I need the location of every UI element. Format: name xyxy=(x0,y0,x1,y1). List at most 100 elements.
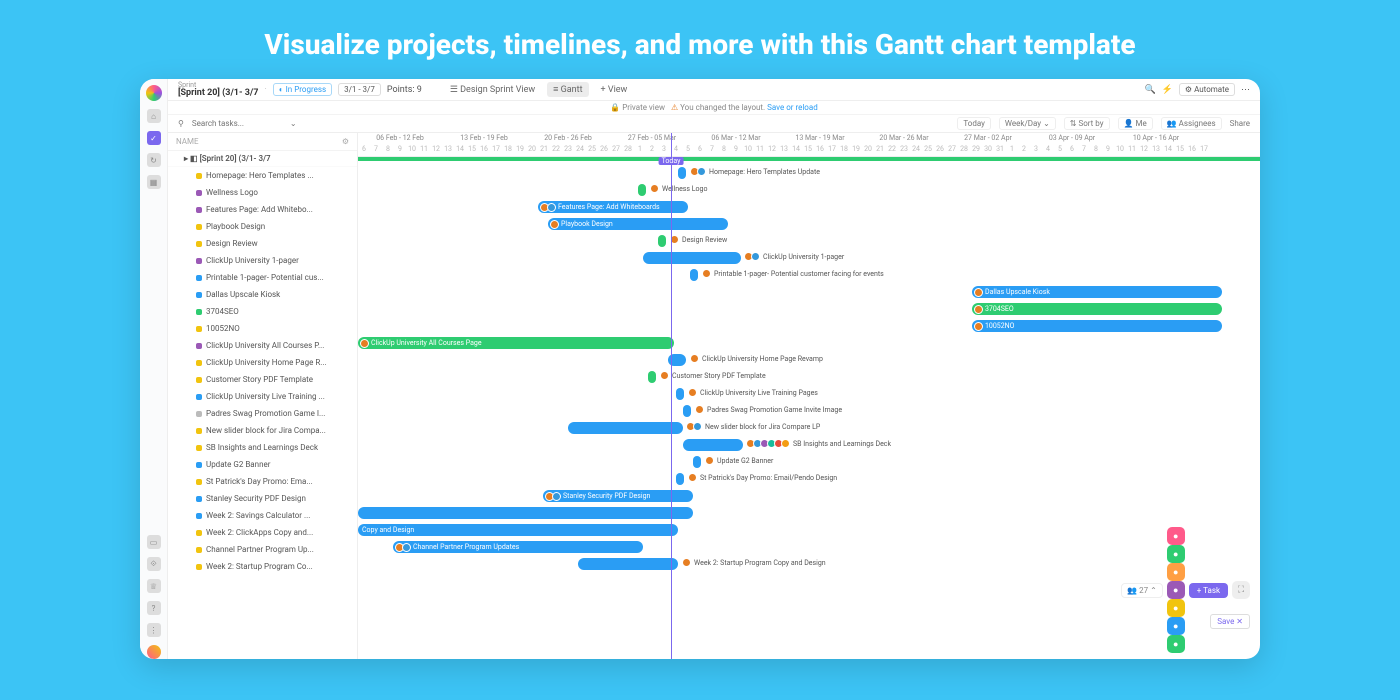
daterange-pill[interactable]: 3/1 - 3/7 xyxy=(338,83,381,96)
gantt-bar[interactable] xyxy=(358,507,693,519)
notice-bar: 🔒 Private view ⚠ You changed the layout.… xyxy=(168,101,1260,115)
avatar-icon[interactable] xyxy=(147,645,161,659)
task-row[interactable]: Week 2: Startup Program Co... xyxy=(168,558,357,575)
gantt-bar[interactable] xyxy=(676,388,684,400)
gantt-bar[interactable]: Features Page: Add Whiteboards xyxy=(538,201,688,213)
automate-button[interactable]: ⚙ Automate xyxy=(1179,83,1235,96)
task-row[interactable]: Stanley Security PDF Design xyxy=(168,490,357,507)
add-view-button[interactable]: + View xyxy=(595,83,634,97)
task-row[interactable]: Padres Swag Promotion Game I... xyxy=(168,405,357,422)
gantt-bar[interactable]: Copy and Design xyxy=(358,524,678,536)
search-icon[interactable]: 🔍 xyxy=(1144,85,1155,95)
me-filter[interactable]: 👤 Me xyxy=(1118,117,1153,130)
more-icon[interactable]: ⋮ xyxy=(147,623,161,637)
gantt-bar[interactable]: 10052NO xyxy=(972,320,1222,332)
task-row[interactable]: ClickUp University Home Page R... xyxy=(168,354,357,371)
action-chip[interactable]: ● xyxy=(1167,599,1185,617)
group-row[interactable]: ▸ ◧ [Sprint 20] (3/1- 3/7 xyxy=(168,151,357,167)
share-button[interactable]: Share xyxy=(1230,119,1250,128)
status-pill[interactable]: ◐In Progress xyxy=(273,83,332,96)
search-input[interactable] xyxy=(192,119,282,128)
task-row[interactable]: 10052NO xyxy=(168,320,357,337)
task-row[interactable]: Dallas Upscale Kiosk xyxy=(168,286,357,303)
status-dot xyxy=(196,258,202,264)
expand-icon[interactable]: ⛶ xyxy=(1232,581,1250,599)
gantt-bar[interactable] xyxy=(678,167,686,179)
task-row[interactable]: Homepage: Hero Templates ... xyxy=(168,167,357,184)
bolt-icon[interactable]: ⚡ xyxy=(1162,85,1173,95)
action-chip[interactable]: ● xyxy=(1167,545,1185,563)
sort-button[interactable]: ⇅ Sort by xyxy=(1064,117,1110,130)
chevron-down-icon[interactable]: ⌄ xyxy=(290,119,297,128)
gantt-row xyxy=(358,505,1260,522)
filter-icon[interactable]: ⚲ xyxy=(178,119,184,128)
gantt-bar[interactable] xyxy=(693,456,701,468)
gantt-bar[interactable]: ClickUp University All Courses Page xyxy=(358,337,674,349)
day-label: 7 xyxy=(1078,145,1090,153)
home-icon[interactable]: ⌂ xyxy=(147,109,161,123)
gantt-bar[interactable] xyxy=(648,371,656,383)
gantt-chart[interactable]: 06 Feb - 12 Feb13 Feb - 19 Feb20 Feb - 2… xyxy=(358,133,1260,659)
view-design[interactable]: ☰ Design Sprint View xyxy=(444,83,541,97)
task-row[interactable]: Week 2: Savings Calculator ... xyxy=(168,507,357,524)
task-name: Homepage: Hero Templates ... xyxy=(206,171,314,180)
view-gantt[interactable]: ≡ Gantt xyxy=(547,82,588,97)
gantt-bar[interactable] xyxy=(578,558,678,570)
task-row[interactable]: 3704SEO xyxy=(168,303,357,320)
task-row[interactable]: Playbook Design xyxy=(168,218,357,235)
app-logo[interactable] xyxy=(146,85,162,101)
task-row[interactable]: Features Page: Add Whitebo... xyxy=(168,201,357,218)
task-row[interactable]: ClickUp University Live Training ... xyxy=(168,388,357,405)
day-label: 14 xyxy=(454,145,466,153)
gantt-bar[interactable] xyxy=(643,252,741,264)
gantt-bar[interactable] xyxy=(683,439,743,451)
more-icon[interactable]: ⋯ xyxy=(1241,85,1250,95)
task-row[interactable]: Wellness Logo xyxy=(168,184,357,201)
refresh-icon[interactable]: ↻ xyxy=(147,153,161,167)
gantt-bar[interactable] xyxy=(568,422,683,434)
trophy-icon[interactable]: ♕ xyxy=(147,579,161,593)
task-row[interactable]: Printable 1-pager- Potential cus... xyxy=(168,269,357,286)
gantt-bar[interactable] xyxy=(658,235,666,247)
task-row[interactable]: ClickUp University All Courses P... xyxy=(168,337,357,354)
task-row[interactable]: SB Insights and Learnings Deck xyxy=(168,439,357,456)
gantt-bar[interactable]: 3704SEO xyxy=(972,303,1222,315)
breadcrumb[interactable]: Sprint [Sprint 20] (3/1- 3/7 xyxy=(178,82,258,98)
gantt-bar[interactable] xyxy=(676,473,684,485)
action-chip[interactable]: ● xyxy=(1167,635,1185,653)
task-row[interactable]: New slider block for Jira Compa... xyxy=(168,422,357,439)
task-name: New slider block for Jira Compa... xyxy=(206,426,326,435)
gantt-bar[interactable] xyxy=(683,405,691,417)
check-icon[interactable]: ✓ xyxy=(147,131,161,145)
task-row[interactable]: Design Review xyxy=(168,235,357,252)
day-label: 3 xyxy=(1030,145,1042,153)
help-icon[interactable]: ? xyxy=(147,601,161,615)
gantt-bar[interactable]: Channel Partner Program Updates xyxy=(393,541,643,553)
gantt-bar[interactable]: Dallas Upscale Kiosk xyxy=(972,286,1222,298)
gantt-bar[interactable]: Playbook Design xyxy=(548,218,728,230)
action-chip[interactable]: ● xyxy=(1167,617,1185,635)
action-chip[interactable]: ● xyxy=(1167,527,1185,545)
settings-icon[interactable]: ⚙ xyxy=(342,137,349,146)
task-row[interactable]: Channel Partner Program Up... xyxy=(168,541,357,558)
task-row[interactable]: Week 2: ClickApps Copy and... xyxy=(168,524,357,541)
task-row[interactable]: Update G2 Banner xyxy=(168,456,357,473)
doc-icon[interactable]: ▭ xyxy=(147,535,161,549)
assignees-filter[interactable]: 👥 Assignees xyxy=(1161,117,1222,130)
save-reload-link[interactable]: Save or reload xyxy=(767,103,818,112)
gantt-row: ClickUp University Home Page Revamp xyxy=(358,352,1260,369)
count-chip[interactable]: 👥 27 ⌃ xyxy=(1121,583,1163,598)
gantt-bar[interactable] xyxy=(690,269,698,281)
action-chip[interactable]: ● xyxy=(1167,581,1185,599)
link-icon[interactable]: ⟐ xyxy=(147,557,161,571)
task-row[interactable]: St Patrick's Day Promo: Ema... xyxy=(168,473,357,490)
task-row[interactable]: ClickUp University 1-pager xyxy=(168,252,357,269)
today-tag: Today xyxy=(659,157,684,165)
scale-select[interactable]: Week/Day ⌄ xyxy=(999,117,1056,130)
today-button[interactable]: Today xyxy=(957,117,991,130)
gantt-bar[interactable] xyxy=(638,184,646,196)
new-task-button[interactable]: + Task xyxy=(1189,583,1228,598)
task-row[interactable]: Customer Story PDF Template xyxy=(168,371,357,388)
action-chip[interactable]: ● xyxy=(1167,563,1185,581)
grid-icon[interactable]: ▦ xyxy=(147,175,161,189)
